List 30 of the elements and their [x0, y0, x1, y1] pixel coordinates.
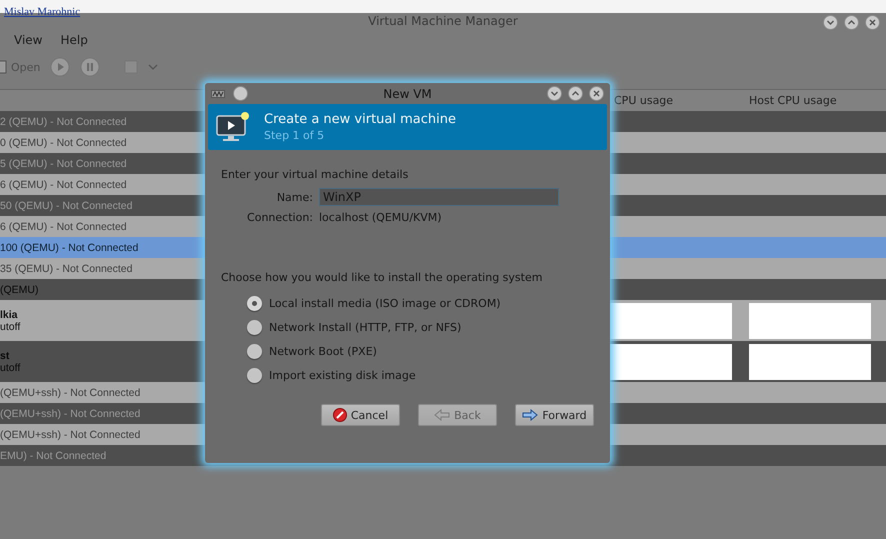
option-label: Network Boot (PXE): [269, 345, 377, 358]
field-label: Connection:: [246, 211, 313, 224]
field-label: Name:: [276, 190, 313, 204]
connection-name: 100 (QEMU) - Not Connected: [0, 242, 138, 254]
option-label: Network Install (HTTP, FTP, or NFS): [269, 321, 462, 334]
option-label: Import existing disk image: [269, 369, 416, 382]
connection-name: (QEMU+ssh) - Not Connected: [0, 386, 140, 398]
connection-name: 2 (QEMU) - Not Connected: [0, 116, 127, 128]
connection-name: 6 (QEMU) - Not Connected: [0, 220, 127, 232]
connection-name: 35 (QEMU) - Not Connected: [0, 262, 132, 274]
connection-name: 0 (QEMU) - Not Connected: [0, 136, 127, 148]
connection-name: (QEMU+ssh) - Not Connected: [0, 428, 140, 440]
window-title: Virtual Machine Manager: [368, 14, 518, 28]
header-title: Create a new virtual machine: [264, 112, 456, 127]
vm-name: lkia: [0, 308, 18, 320]
connection-name: 6 (QEMU) - Not Connected: [0, 178, 127, 190]
connection-name: EMU) - Not Connected: [0, 450, 106, 462]
connection-value: localhost (QEMU/KVM): [319, 211, 443, 224]
connection-name: 5 (QEMU) - Not Connected: [0, 158, 127, 170]
connection-name: 50 (QEMU) - Not Connected: [0, 200, 132, 212]
connection-name: (QEMU+ssh) - Not Connected: [0, 408, 140, 420]
dialog-title: New VM: [383, 86, 432, 100]
option-label: Local install media (ISO image or CDROM): [269, 297, 501, 310]
vm-status: utoff: [0, 362, 20, 374]
section-heading: Enter your virtual machine details: [221, 168, 410, 181]
step-indicator: Step 1 of 5: [264, 129, 326, 142]
connection-name: (QEMU): [0, 284, 38, 296]
vm-name: st: [0, 350, 10, 362]
section-heading: Choose how you would like to install the operating system: [221, 271, 544, 284]
vm-status: utoff: [0, 320, 20, 332]
